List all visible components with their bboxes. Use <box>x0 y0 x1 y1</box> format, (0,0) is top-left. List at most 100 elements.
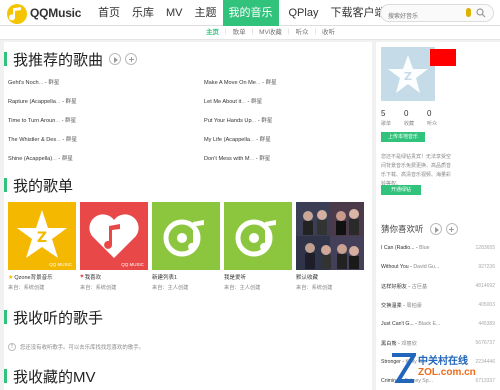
recommendations-title: 猜你喜欢听 <box>381 224 424 234</box>
playlist-cover[interactable] <box>152 202 220 270</box>
tab-mv-favorites[interactable]: MV收藏 <box>253 26 288 40</box>
playlist-card[interactable]: 新建列表1 来自：主人创建 <box>152 202 220 291</box>
song-item[interactable]: Rapture (Acappella... - 群星 <box>8 97 77 107</box>
top-bar: QQMusic 首页 乐库 MV 主题 我的音乐 QPlay 下载客户端 <box>0 0 500 26</box>
watermark-line-1: 中关村在线 <box>418 356 468 367</box>
qqmusic-label: QQ MUSIC <box>121 262 144 267</box>
playlist-meta: 来自：系统创建 <box>80 285 117 291</box>
red-flag-block <box>430 49 456 66</box>
recommended-songs-header: 我推荐的歌曲 <box>4 50 138 69</box>
list-item[interactable]: I Can (Radio... - Blue 1283655 <box>381 245 495 255</box>
followed-singers-header: 我收听的歌手 <box>4 308 104 327</box>
playlist-meta: 来自：系统创建 <box>8 285 45 291</box>
song-item[interactable]: My Life (Acappella... - 群星 <box>204 135 271 145</box>
section-accent-bar <box>4 52 7 66</box>
song-item[interactable]: Put Your Hands Up... - 群星 <box>204 116 272 126</box>
song-item[interactable]: Shine (Acappella)... - 群星 <box>8 154 73 164</box>
sub-nav: 主页 | 歌单 | MV收藏 | 听众 | 收听 <box>0 26 500 40</box>
star-icon: ★ <box>8 274 14 281</box>
playlist-card[interactable]: 默认收藏 来自：系统创建 <box>296 202 364 291</box>
zol-watermark: 中关村在线 ZOL.com.cn <box>390 349 500 389</box>
recommendations-header: 猜你喜欢听 <box>381 222 458 236</box>
nav-home[interactable]: 首页 <box>92 0 126 26</box>
upload-local-music-button[interactable]: 上传本地音乐 <box>381 132 425 142</box>
nav-qplay[interactable]: QPlay <box>283 0 325 26</box>
playlist-card[interactable]: 我是爱听 来自：主人创建 <box>224 202 292 291</box>
nav-my-music[interactable]: 我的音乐 <box>222 0 279 26</box>
search-icon[interactable] <box>476 8 486 18</box>
song-item[interactable]: The Whistler & Des... - 群星 <box>8 135 77 145</box>
playlist-name[interactable]: ♥ 我喜欢 <box>80 273 148 281</box>
qqmusic-logo[interactable] <box>6 3 28 25</box>
playlists-header: 我的歌单 <box>4 176 74 195</box>
nav-mv[interactable]: MV <box>160 0 189 26</box>
add-button[interactable] <box>445 223 458 235</box>
playlist-card[interactable]: Z QQ MUSIC ★ Qzone背景音乐 来自：系统创建 <box>8 202 76 291</box>
nav-theme[interactable]: 主题 <box>189 0 223 26</box>
tab-home[interactable]: 主页 <box>200 26 225 40</box>
stat-favorites[interactable]: 0 收藏 <box>404 109 427 127</box>
search-input[interactable] <box>381 9 457 25</box>
tab-following[interactable]: 收听 <box>316 26 341 40</box>
qqmusic-label: QQ MUSIC <box>49 262 72 267</box>
microphone-icon[interactable] <box>466 8 471 17</box>
section-title: 我收听的歌手 <box>13 309 104 327</box>
song-item[interactable]: Make A Move On Me... - 群星 <box>204 78 277 88</box>
playlist-cover[interactable]: Z QQ MUSIC <box>8 202 76 270</box>
main-nav: 首页 乐库 MV 主题 我的音乐 QPlay 下载客户端 <box>92 0 391 26</box>
disc-music-icon <box>235 219 276 257</box>
zol-logo-icon <box>392 353 416 383</box>
avatar[interactable]: Z <box>381 47 435 101</box>
singers-empty-note: ! 您还没有收听歌手。可以去乐库找找您喜欢的歌手。 <box>8 343 144 351</box>
playlist-name[interactable]: 新建列表1 <box>152 273 220 281</box>
section-title: 我推荐的歌曲 <box>13 51 104 69</box>
disc-music-icon <box>163 219 204 257</box>
app-name: QQMusic <box>30 6 82 20</box>
list-item[interactable]: 这样好朋友 - 古巨基 4814692 <box>381 283 495 293</box>
play-all-button[interactable] <box>429 223 442 235</box>
play-icon <box>434 226 439 233</box>
song-item[interactable]: Geht's Noch... - 群星 <box>8 78 59 88</box>
vip-note: 您还不是绿钻贵宾！无法享受空间背景音乐免费更换、高品质音乐下载、高清音乐视频、海… <box>381 154 452 187</box>
default-avatar-icon: Z <box>388 55 428 93</box>
section-accent-bar <box>4 310 7 324</box>
add-button[interactable] <box>125 53 138 65</box>
watermark-line-2: ZOL.com.cn <box>418 367 476 378</box>
playlist-name[interactable]: 我是爱听 <box>224 273 292 281</box>
svg-text:Z: Z <box>37 230 47 246</box>
playlist-meta: 来自：系统创建 <box>296 285 333 291</box>
playlist-cover[interactable] <box>224 202 292 270</box>
heart-music-icon <box>89 214 139 258</box>
stat-listeners[interactable]: 0 听众 <box>427 109 450 127</box>
tab-listeners[interactable]: 听众 <box>289 26 314 40</box>
tab-playlists[interactable]: 歌单 <box>227 26 252 40</box>
list-item[interactable]: Without You - David Gu... 927236 <box>381 264 495 274</box>
playlist-name[interactable]: 默认收藏 <box>296 273 364 281</box>
info-icon: ! <box>8 343 16 351</box>
list-item[interactable]: Just Can't G... - Black E... 445389 <box>381 321 495 331</box>
section-accent-bar <box>4 369 7 383</box>
play-all-button[interactable] <box>109 53 122 65</box>
heart-icon: ♥ <box>80 274 84 280</box>
playlist-name[interactable]: ★ Qzone背景音乐 <box>8 273 76 282</box>
playlist-cover-photo[interactable] <box>296 202 364 270</box>
activate-vip-button[interactable]: 开通绿钻 <box>381 185 421 195</box>
playlist-meta: 来自：主人创建 <box>152 285 189 291</box>
song-item[interactable]: Don't Mess with M... - 群星 <box>204 154 270 164</box>
stat-playlists[interactable]: 5 歌单 <box>381 109 404 127</box>
playlist-cover[interactable]: QQ MUSIC <box>80 202 148 270</box>
profile-panel: Z 5 歌单 0 收藏 0 听众 上传本地音乐 您还不是绿钻贵宾！无法享受空间背… <box>376 42 500 390</box>
song-item[interactable]: Let Me About it... - 群星 <box>204 97 262 107</box>
section-title: 我收藏的MV <box>13 368 96 386</box>
svg-text:Z: Z <box>404 70 412 83</box>
nav-library[interactable]: 乐库 <box>126 0 160 26</box>
playlist-card[interactable]: QQ MUSIC ♥ 我喜欢 来自：系统创建 <box>80 202 148 291</box>
section-accent-bar <box>4 178 7 192</box>
favorite-mv-header: 我收藏的MV <box>4 367 96 386</box>
star-music-icon: Z <box>17 210 67 258</box>
song-item[interactable]: Time to Turn Aroun... - 群星 <box>8 116 76 126</box>
list-item[interactable]: 交换温柔 - 周柏豪 405003 <box>381 302 495 312</box>
main-panel: 我推荐的歌曲 Geht's Noch... - 群星 Make A Move O… <box>4 42 372 390</box>
section-title: 我的歌单 <box>13 177 74 195</box>
play-icon <box>114 56 119 63</box>
